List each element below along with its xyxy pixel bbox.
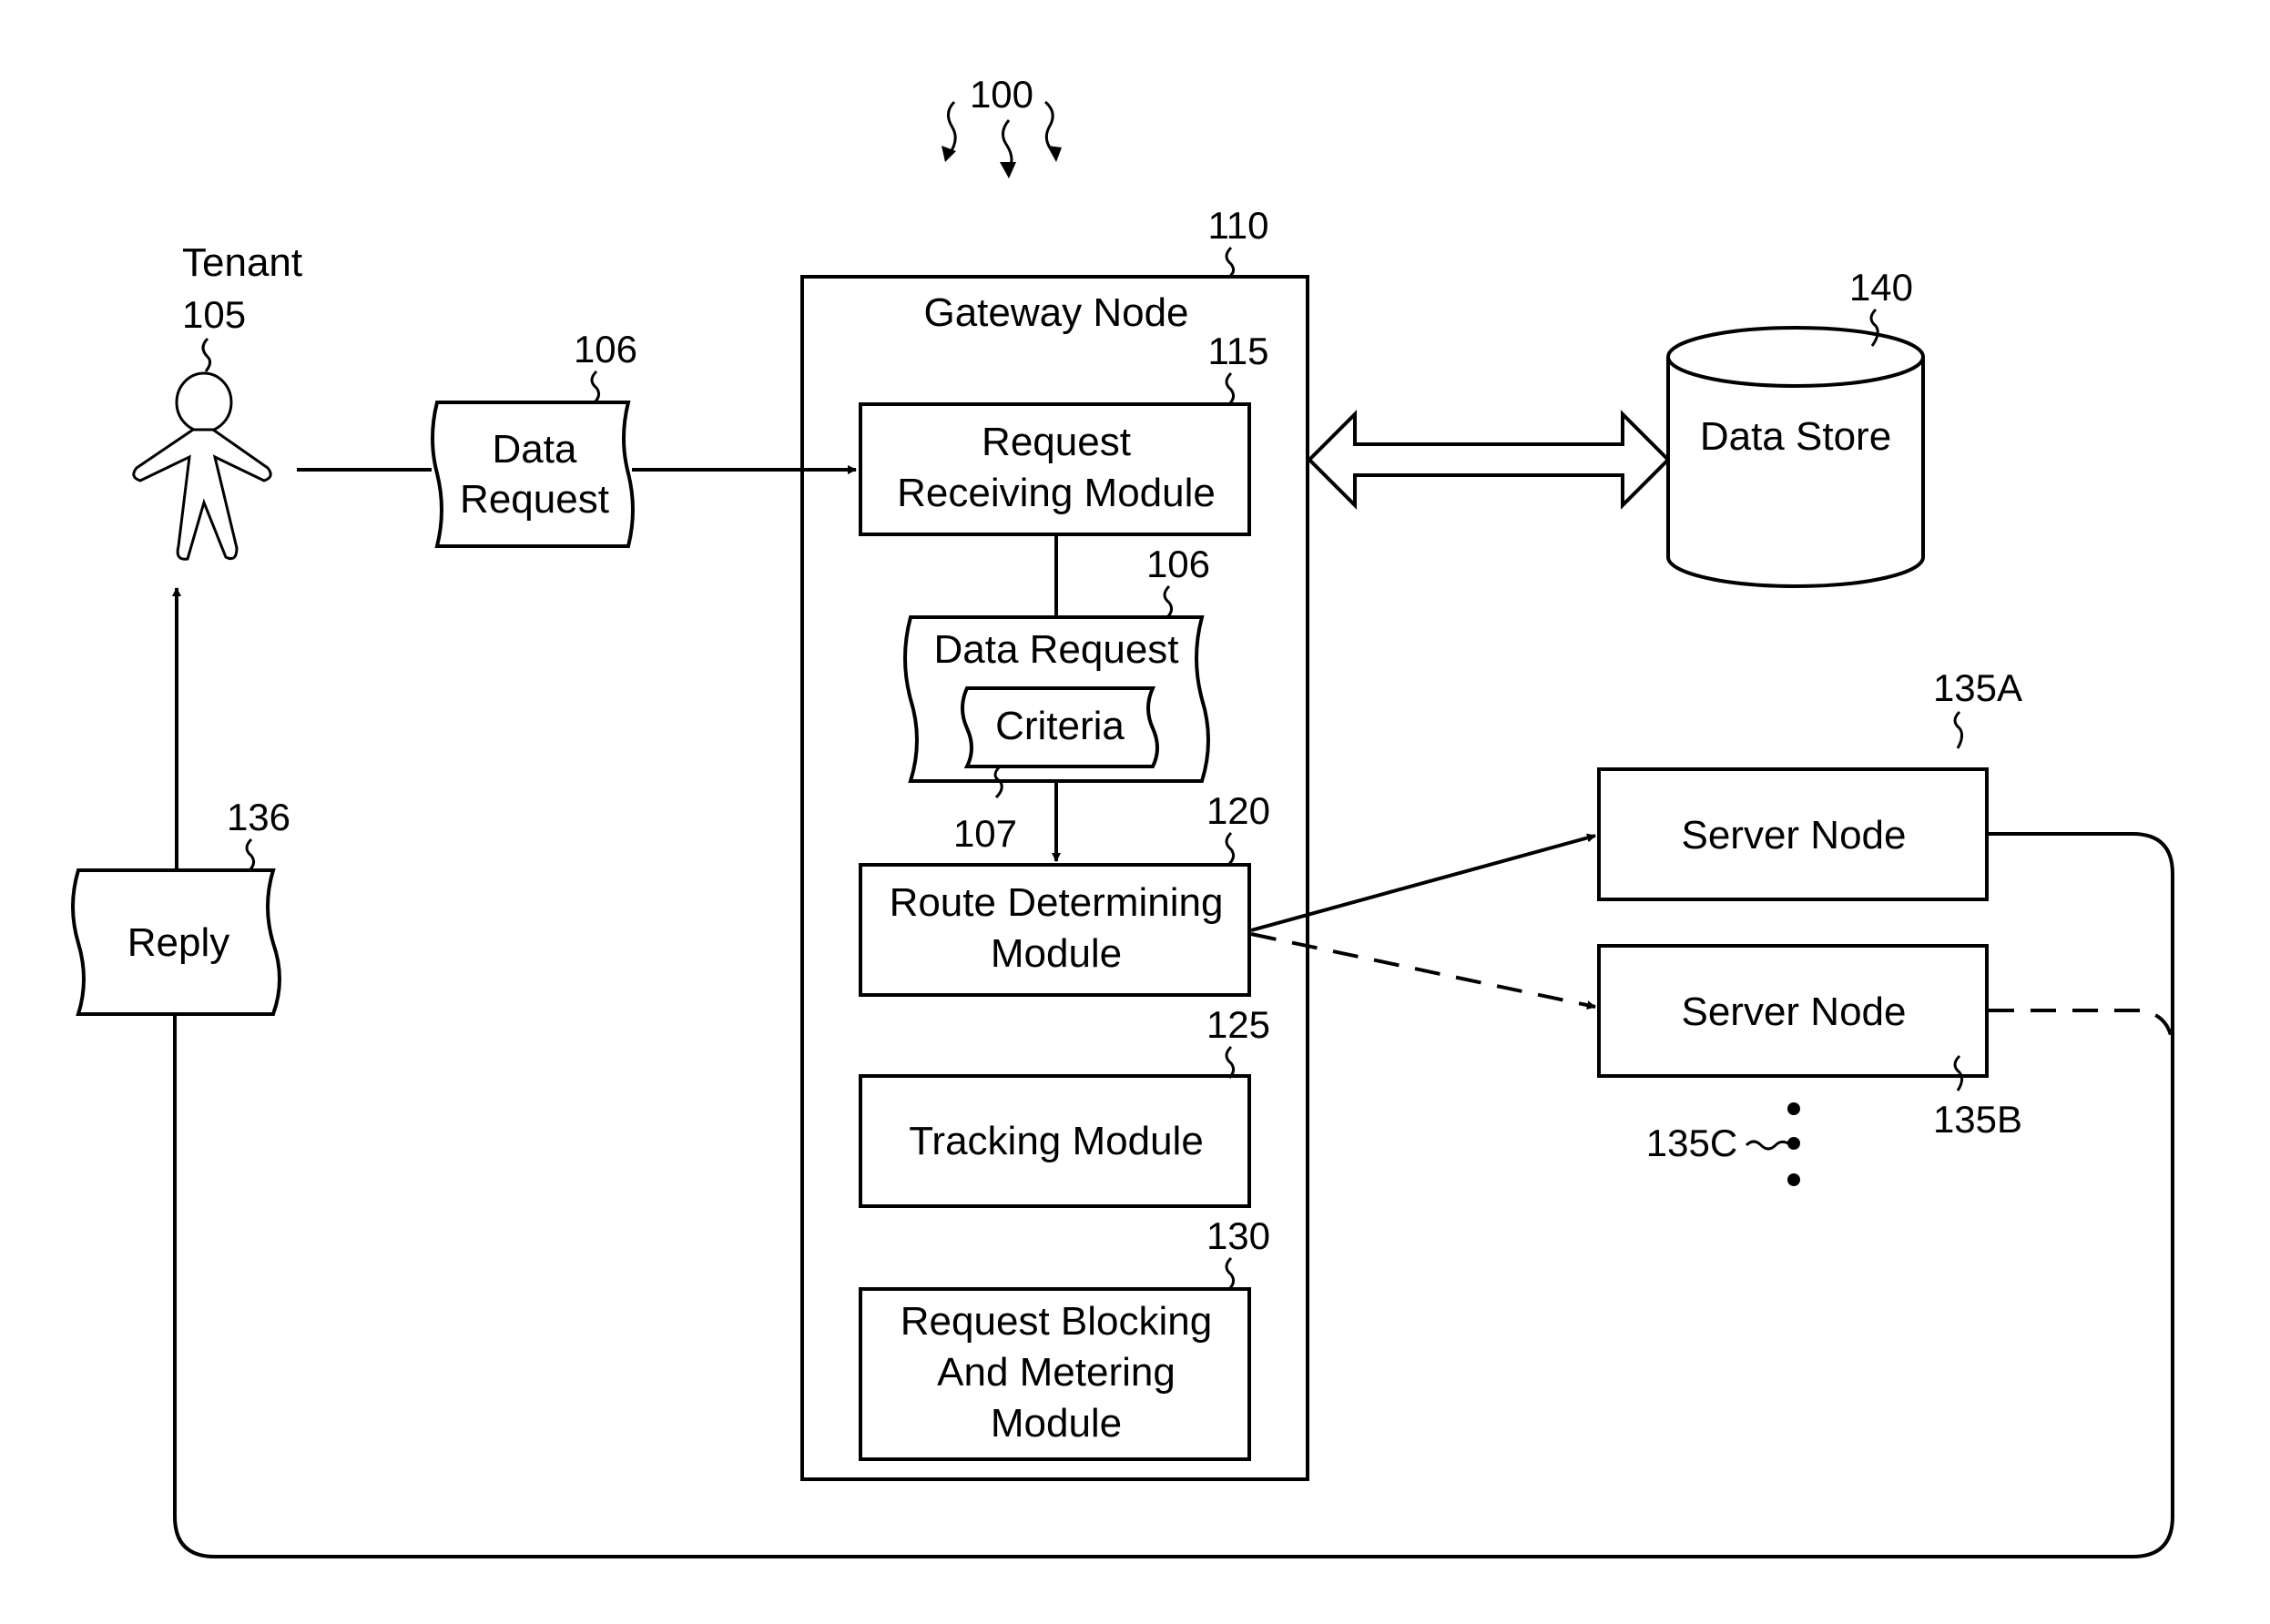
dot-icon	[1787, 1102, 1800, 1115]
rrm-line2: Receiving Module	[897, 471, 1216, 515]
data-request-line1: Data	[493, 427, 577, 472]
blocking-ref: 130	[1206, 1214, 1270, 1257]
figure-ref-100: 100	[942, 73, 1062, 178]
server-b-ref: 135B	[1933, 1098, 2022, 1141]
leader-squiggle	[1225, 1045, 1236, 1080]
criteria-document[interactable]: Criteria	[961, 686, 1159, 768]
data-store[interactable]: Data Store	[1666, 326, 1925, 588]
server-a-ref: 135A	[1933, 666, 2022, 709]
leader-squiggle	[1225, 1256, 1236, 1291]
server-node-b[interactable]: Server Node	[1597, 944, 1989, 1078]
server-b-return-dashed-path	[1989, 1009, 2174, 1048]
tenant-label: Tenant	[182, 240, 302, 285]
data-store-label: Data Store	[1700, 414, 1891, 459]
server-a-label: Server Node	[1681, 813, 1906, 858]
reply-label: Reply	[127, 920, 230, 965]
reply-document[interactable]: Reply	[71, 868, 281, 1016]
squiggle-arrow-icon	[947, 100, 957, 156]
dot-icon	[1787, 1173, 1800, 1186]
rrm-line1: Request	[982, 420, 1131, 464]
data-request-inner-label: Data Request	[933, 627, 1178, 672]
server-b-label: Server Node	[1681, 990, 1906, 1034]
request-receiving-module[interactable]: Request Receiving Module	[859, 402, 1251, 536]
data-request-document[interactable]: Data Request	[431, 401, 635, 548]
leader-squiggle	[1163, 584, 1174, 619]
data-request-ref: 106	[574, 328, 637, 370]
tenant: Tenant 105	[132, 240, 302, 561]
data-request-inner-ref: 106	[1146, 543, 1210, 585]
route-to-server-a-arrow	[1250, 833, 1596, 932]
leader-squiggle	[1225, 831, 1236, 866]
ref-100-label: 100	[970, 73, 1033, 116]
route-line2: Module	[991, 931, 1122, 976]
route-to-server-b-dashed-arrow	[1250, 932, 1596, 1010]
blocking-line2: And Metering	[937, 1350, 1176, 1395]
gateway-label: Gateway Node	[923, 290, 1188, 335]
leader-squiggle	[1225, 246, 1236, 279]
leader-squiggle	[1225, 371, 1236, 406]
server-node-a[interactable]: Server Node	[1597, 767, 1989, 901]
gateway-ref: 110	[1208, 204, 1269, 247]
leader-squiggle	[1745, 1140, 1789, 1151]
route-ref: 120	[1206, 789, 1270, 832]
reply-ref: 136	[227, 796, 290, 838]
data-request-line2: Request	[460, 477, 609, 522]
arrowhead-icon	[1000, 162, 1016, 178]
leader-squiggle	[245, 837, 256, 872]
rrm-ref: 115	[1208, 330, 1269, 372]
route-determining-module[interactable]: Route Determining Module	[859, 863, 1251, 997]
arrowhead-icon	[1047, 146, 1062, 162]
criteria-label: Criteria	[995, 704, 1125, 748]
criteria-ref: 107	[953, 812, 1017, 855]
tracking-module[interactable]: Tracking Module	[859, 1074, 1251, 1208]
blocking-line3: Module	[991, 1401, 1122, 1446]
person-icon	[132, 371, 272, 561]
server-c-ref: 135C	[1646, 1122, 1737, 1164]
request-blocking-metering-module[interactable]: Request Blocking And Metering Module	[859, 1287, 1251, 1461]
data-request-inner-document[interactable]: Data Request Criteria	[903, 615, 1210, 783]
tracking-ref: 125	[1206, 1003, 1270, 1046]
route-line1: Route Determining	[890, 880, 1224, 925]
server-node-c-ellipsis: 135C	[1646, 1102, 1800, 1186]
data-store-ref: 140	[1849, 266, 1913, 309]
leader-squiggle	[590, 370, 601, 404]
bidirectional-arrow-icon	[1307, 410, 1671, 510]
blocking-line1: Request Blocking	[901, 1299, 1212, 1344]
leader-squiggle	[1953, 710, 1964, 749]
dot-icon	[1787, 1137, 1800, 1150]
tenant-ref: 105	[182, 293, 246, 336]
system-diagram: 100 Tenant 105 Data Request 106 Gateway …	[71, 73, 2174, 1558]
tracking-label: Tracking Module	[909, 1119, 1204, 1163]
leader-squiggle	[201, 337, 212, 372]
